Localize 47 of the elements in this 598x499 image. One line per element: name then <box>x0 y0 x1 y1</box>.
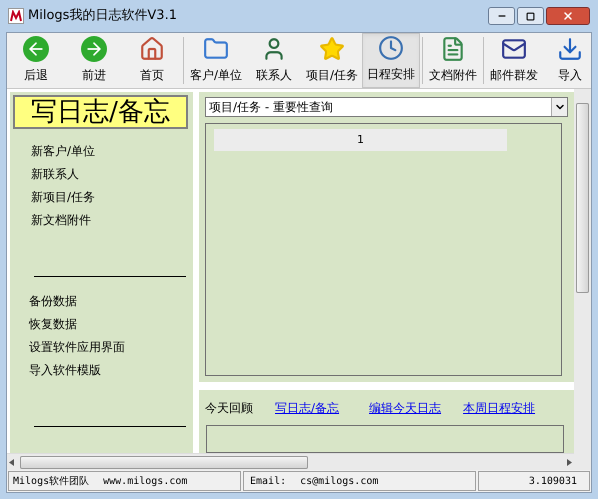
status-text: Email: <box>250 474 286 488</box>
scrollbar-thumb[interactable] <box>576 103 589 293</box>
sidebar-link[interactable]: 设置软件应用界面 <box>29 339 193 356</box>
toolbar-button[interactable]: 邮件群发 <box>486 33 542 88</box>
toolbar-button[interactable]: 项目/任务 <box>302 33 362 88</box>
write-log-button[interactable]: 写日志/备忘 <box>13 95 188 129</box>
query-dropdown[interactable]: 项目/任务 - 重要性查询 <box>205 97 568 117</box>
toolbar-button[interactable]: 日程安排 <box>362 33 420 88</box>
star-icon <box>319 36 346 62</box>
toolbar-button[interactable]: 导入 <box>542 33 591 88</box>
toolbar-button[interactable]: 首页 <box>123 33 181 88</box>
app-logo-icon <box>8 8 24 24</box>
sidebar-link[interactable]: 恢复数据 <box>29 316 193 333</box>
toolbar-button[interactable]: 后退 <box>7 33 65 88</box>
review-link[interactable]: 写日志/备忘 <box>275 399 340 417</box>
review-label: 今天回顾 <box>205 400 253 417</box>
review-link[interactable]: 本周日程安排 <box>463 399 536 417</box>
clock-icon <box>378 35 404 61</box>
sidebar-link[interactable]: 导入软件模版 <box>29 362 193 379</box>
sidebar-link[interactable]: 新文档附件 <box>31 212 193 229</box>
scroll-right-icon[interactable] <box>567 458 572 466</box>
folder-icon <box>203 36 230 62</box>
toolbar-button[interactable]: 联系人 <box>246 33 302 88</box>
house-icon <box>139 36 165 62</box>
review-link[interactable]: 编辑今天日志 <box>369 399 442 417</box>
scrollbar-thumb[interactable] <box>20 456 308 468</box>
close-icon <box>562 10 574 22</box>
toolbar-button[interactable]: 前进 <box>65 33 123 88</box>
import-icon <box>557 36 584 62</box>
status-text: www.milogs.com <box>103 474 188 488</box>
horizontal-scrollbar[interactable] <box>7 453 574 470</box>
sidebar-link[interactable]: 新项目/任务 <box>31 189 193 206</box>
column-header: 1 <box>214 129 507 151</box>
status-text: 3.109031 <box>528 474 577 488</box>
status-text: cs@milogs.com <box>300 474 378 488</box>
toolbar-button[interactable]: 客户/单位 <box>186 33 246 88</box>
sidebar-link[interactable]: 新客户/单位 <box>31 143 193 160</box>
sidebar-link[interactable]: 新联系人 <box>31 166 193 183</box>
status-text: Milogs软件团队 <box>13 474 90 488</box>
window-title: Milogs我的日志软件V3.1 <box>28 7 177 26</box>
maximize-button[interactable] <box>517 7 544 25</box>
close-button[interactable] <box>546 7 590 25</box>
sidebar-link[interactable]: 备份数据 <box>29 293 193 310</box>
scroll-left-icon[interactable] <box>9 458 14 466</box>
toolbar-button[interactable]: 文档附件 <box>425 33 482 88</box>
vertical-scrollbar[interactable] <box>574 89 591 470</box>
maximize-icon <box>526 12 535 20</box>
